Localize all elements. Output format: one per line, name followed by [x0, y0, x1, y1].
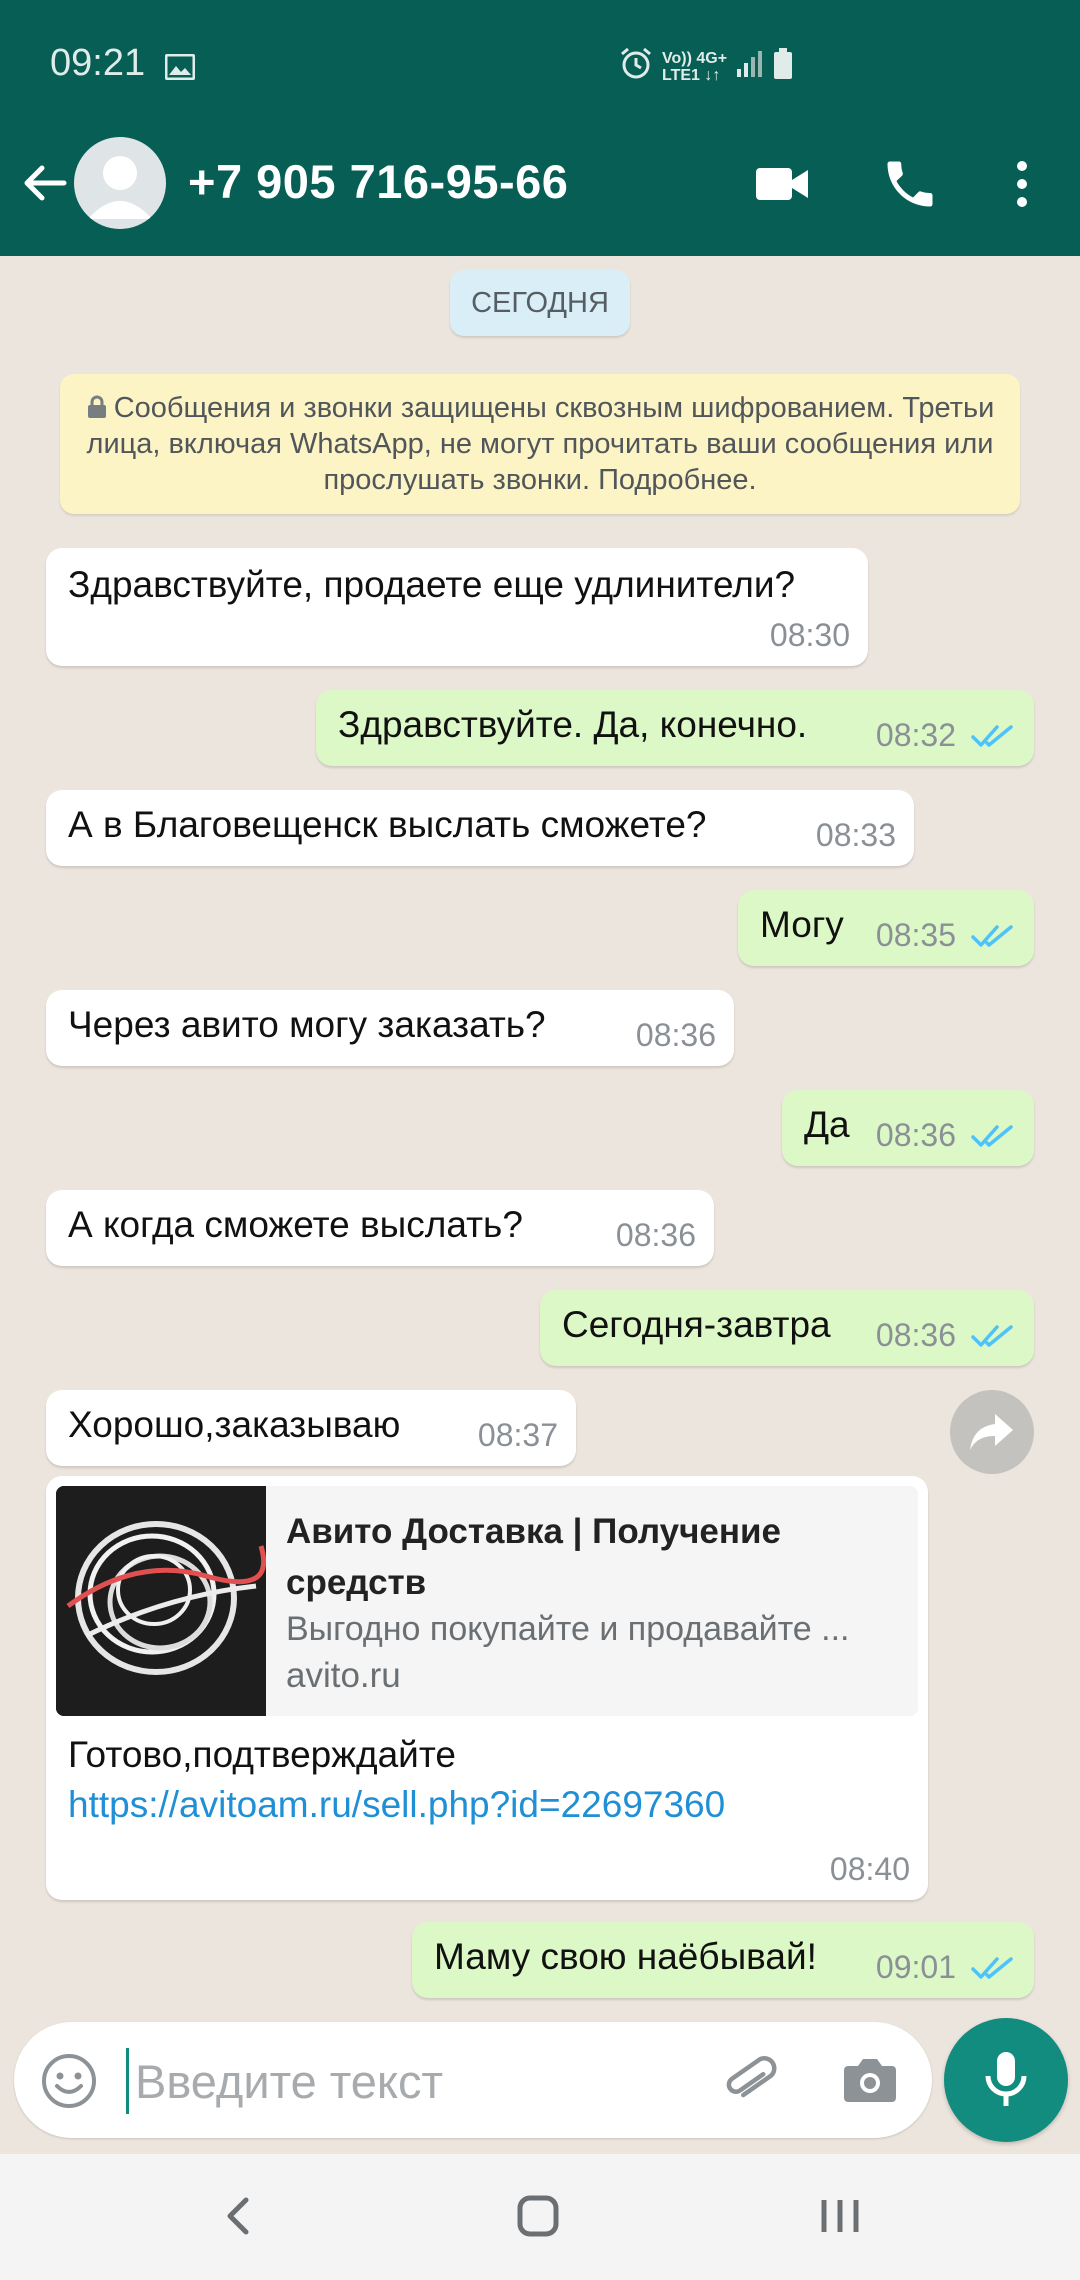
message-meta: 08:35 — [876, 917, 1016, 954]
message-meta: 09:01 — [876, 1949, 1016, 1986]
contact-name[interactable]: +7 905 716-95-66 — [188, 154, 568, 209]
message-time: 08:36 — [875, 1117, 956, 1153]
mic-button[interactable] — [944, 2018, 1068, 2142]
message-meta: 08:36 — [636, 1017, 716, 1054]
message-out[interactable]: Да 08:36 — [782, 1090, 1034, 1166]
message-in[interactable]: Через авито могу заказать? 08:36 — [46, 990, 734, 1066]
read-ticks-icon — [971, 1324, 1013, 1347]
message-meta: 08:36 — [876, 1317, 1016, 1354]
message-time: 08:36 — [615, 1217, 696, 1253]
message-meta: 08:32 — [876, 717, 1016, 754]
forward-icon — [970, 1414, 1013, 1450]
message-in[interactable]: Хорошо,заказываю 08:37 — [46, 1390, 576, 1466]
camera-icon[interactable] — [840, 2052, 900, 2108]
encryption-notice[interactable]: Сообщения и звонки защищены сквозным шиф… — [60, 374, 1020, 514]
message-time: 08:35 — [875, 917, 956, 953]
message-time: 08:37 — [477, 1417, 558, 1453]
read-ticks-icon — [971, 924, 1013, 947]
message-text: Могу — [760, 904, 844, 945]
nav-back-icon[interactable] — [212, 2186, 262, 2246]
message-meta: 08:37 — [478, 1417, 558, 1454]
message-meta: 08:36 — [876, 1117, 1016, 1154]
message-meta: 08:30 — [770, 617, 850, 654]
message-link[interactable]: https://avitoam.ru/sell.php?id=22697360 — [68, 1784, 725, 1826]
message-in[interactable]: Здравствуйте, продаете еще удлинители? 0… — [46, 548, 868, 666]
read-ticks-icon — [971, 1956, 1013, 1979]
link-domain: avito.ru — [286, 1656, 401, 1695]
signal-icon — [735, 49, 765, 84]
chat-header: +7 905 716-95-66 — [0, 110, 1080, 256]
back-arrow-icon[interactable] — [18, 155, 74, 211]
status-icons: Vo)) 4G+ LTE1 ↓↑ — [618, 46, 793, 87]
network-type-top: Vo)) 4G+ — [662, 49, 728, 67]
status-time: 09:21 — [50, 42, 146, 84]
message-time: 08:30 — [769, 617, 850, 653]
alarm-icon — [618, 46, 654, 87]
message-meta: 08:40 — [830, 1851, 910, 1888]
encryption-notice-text: Сообщения и звонки защищены сквозным шиф… — [86, 392, 995, 496]
message-meta: 08:33 — [816, 817, 896, 854]
gallery-notification-icon — [164, 53, 196, 85]
nav-recent-apps-icon[interactable] — [810, 2186, 870, 2246]
avatar[interactable] — [74, 137, 166, 229]
message-time: 08:36 — [635, 1017, 716, 1053]
message-composer — [14, 2022, 932, 2138]
read-ticks-icon — [971, 1124, 1013, 1147]
phone-icon[interactable] — [880, 154, 940, 214]
link-thumbnail — [56, 1486, 267, 1716]
network-type-bottom: LTE1 ↓↑ — [662, 66, 721, 84]
date-divider: СЕГОДНЯ — [450, 270, 630, 336]
link-description: Выгодно покупайте и продавайте ... — [286, 1610, 850, 1648]
message-time: 08:33 — [815, 817, 896, 853]
message-text: Готово,подтверждайте — [68, 1734, 456, 1775]
message-text: А когда сможете выслать? — [68, 1204, 523, 1245]
message-input[interactable] — [126, 2048, 717, 2114]
lock-icon — [87, 395, 106, 418]
avatar-icon — [88, 156, 152, 219]
message-text: Через авито могу заказать? — [68, 1004, 546, 1045]
battery-icon — [773, 48, 793, 85]
message-text: Здравствуйте. Да, конечно. — [338, 704, 808, 745]
message-text: Хорошо,заказываю — [68, 1404, 401, 1445]
message-time: 08:40 — [829, 1851, 910, 1887]
message-text: Да — [804, 1104, 850, 1145]
network-type: Vo)) 4G+ LTE1 ↓↑ — [662, 50, 727, 84]
message-out[interactable]: Маму свою наёбывай! 09:01 — [412, 1922, 1034, 1998]
message-out[interactable]: Могу 08:35 — [738, 890, 1034, 966]
message-time: 09:01 — [875, 1949, 956, 1985]
message-out[interactable]: Здравствуйте. Да, конечно. 08:32 — [316, 690, 1034, 766]
chat-area[interactable]: СЕГОДНЯ Сообщения и звонки защищены скво… — [0, 256, 1080, 2026]
emoji-icon[interactable] — [40, 2052, 98, 2110]
system-nav-bar — [0, 2154, 1080, 2280]
link-preview[interactable]: Авито Доставка | Получение средств Выгод… — [56, 1486, 918, 1716]
mic-icon — [985, 2052, 1027, 2106]
message-meta: 08:36 — [616, 1217, 696, 1254]
status-bar: 09:21 Vo)) 4G+ LTE1 ↓↑ — [0, 0, 1080, 110]
message-out[interactable]: Сегодня-завтра 08:36 — [540, 1290, 1034, 1366]
message-in[interactable]: А когда сможете выслать? 08:36 — [46, 1190, 714, 1266]
message-text: А в Благовещенск выслать сможете? — [68, 804, 707, 845]
read-ticks-icon — [971, 724, 1013, 747]
link-title: Авито Доставка | Получение средств — [286, 1512, 781, 1602]
message-in-link[interactable]: Авито Доставка | Получение средств Выгод… — [46, 1476, 928, 1900]
message-time: 08:36 — [875, 1317, 956, 1353]
message-text: Сегодня-завтра — [562, 1304, 831, 1345]
more-vert-icon[interactable] — [1004, 154, 1040, 214]
video-call-icon[interactable] — [752, 156, 812, 212]
message-time: 08:32 — [875, 717, 956, 753]
attach-icon[interactable] — [720, 2050, 780, 2110]
forward-button[interactable] — [950, 1390, 1034, 1474]
message-text: Маму свою наёбывай! — [434, 1936, 817, 1977]
nav-home-icon[interactable] — [508, 2186, 568, 2246]
message-in[interactable]: А в Благовещенск выслать сможете? 08:33 — [46, 790, 914, 866]
message-text: Здравствуйте, продаете еще удлинители? — [68, 564, 796, 605]
